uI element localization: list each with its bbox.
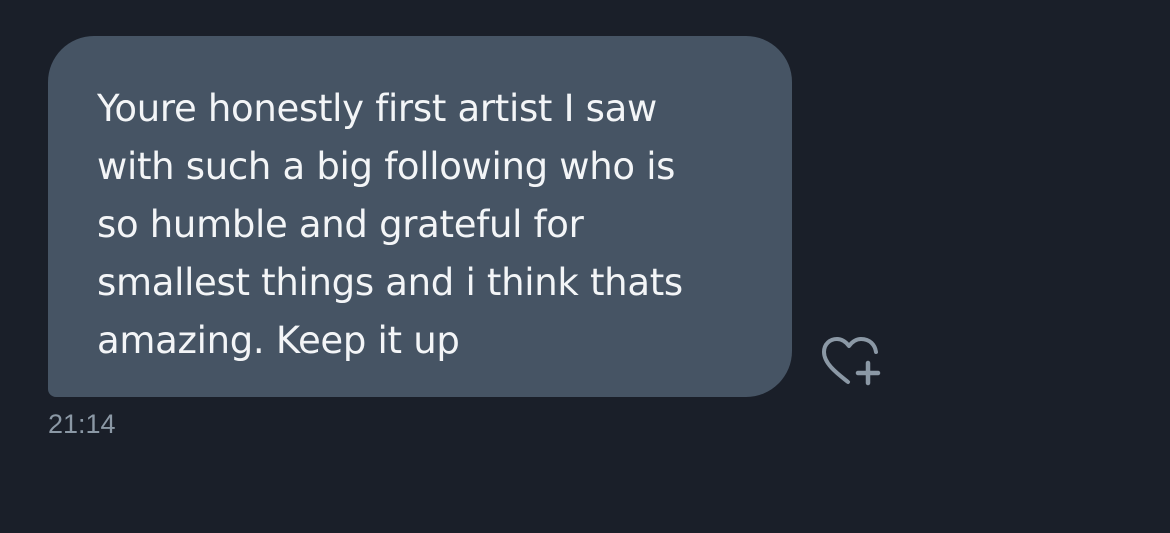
message-text: Youre honestly first artist I saw with s… [97,87,683,362]
add-reaction-button[interactable] [818,334,884,390]
dm-conversation: Youre honestly first artist I saw with s… [0,0,1170,533]
message-timestamp: 21:14 [48,409,116,439]
heart-plus-icon [818,334,884,390]
message-bubble[interactable]: Youre honestly first artist I saw with s… [48,36,792,397]
